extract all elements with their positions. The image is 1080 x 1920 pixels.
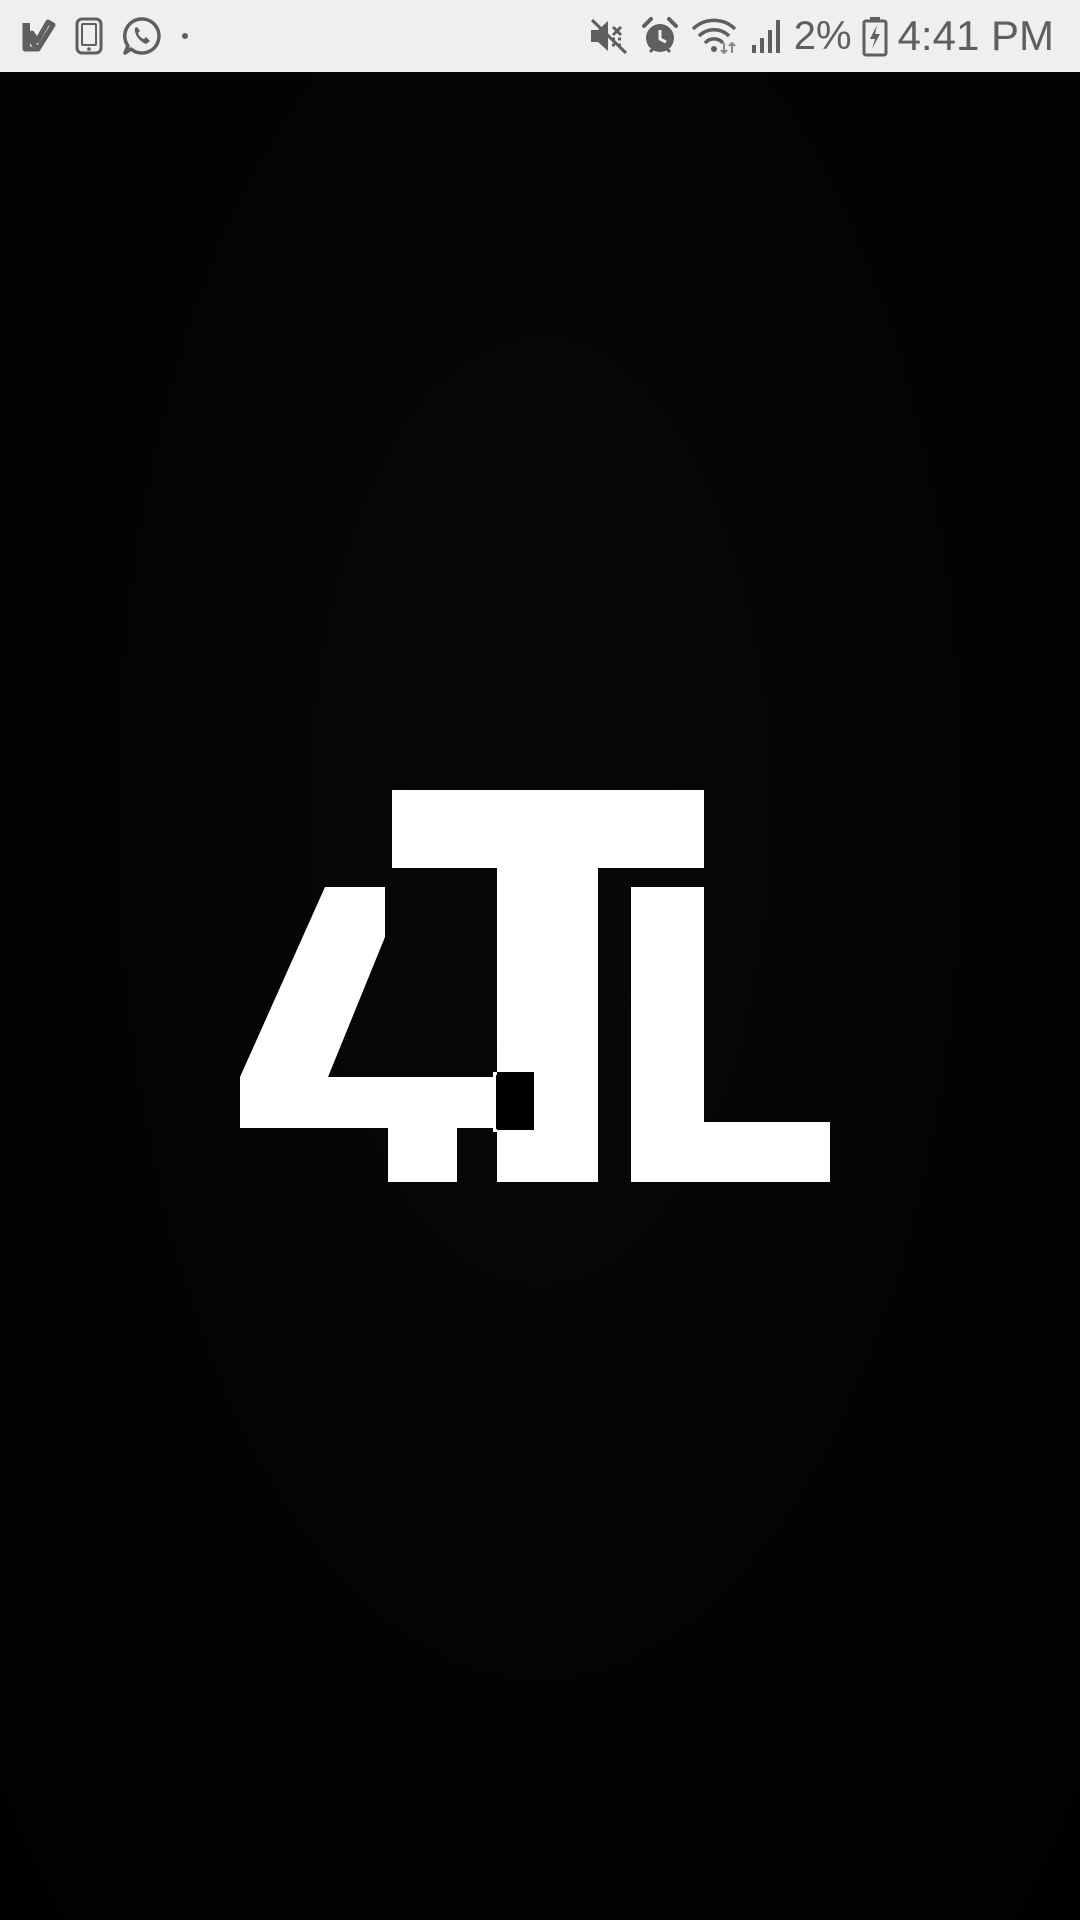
splash-screen	[0, 72, 1080, 1920]
dot-icon	[180, 31, 190, 41]
alarm-icon	[640, 16, 680, 56]
status-bar-system: 2% 4:41 PM	[578, 0, 1054, 72]
phone-device-icon	[74, 17, 104, 55]
check-notification-icon	[22, 19, 56, 53]
wifi-icon	[690, 17, 738, 55]
status-bar-clock: 4:41 PM	[897, 12, 1054, 59]
status-bar-notifications	[22, 0, 208, 72]
battery-percent: 2%	[793, 13, 852, 58]
app-screen: 2% 4:41 PM	[0, 0, 1080, 1920]
battery-charging-icon	[862, 15, 888, 57]
whatsapp-icon	[122, 16, 162, 56]
mute-icon	[588, 17, 630, 55]
app-logo	[240, 790, 830, 1182]
status-bar: 2% 4:41 PM	[0, 0, 1080, 72]
signal-icon	[748, 17, 786, 55]
